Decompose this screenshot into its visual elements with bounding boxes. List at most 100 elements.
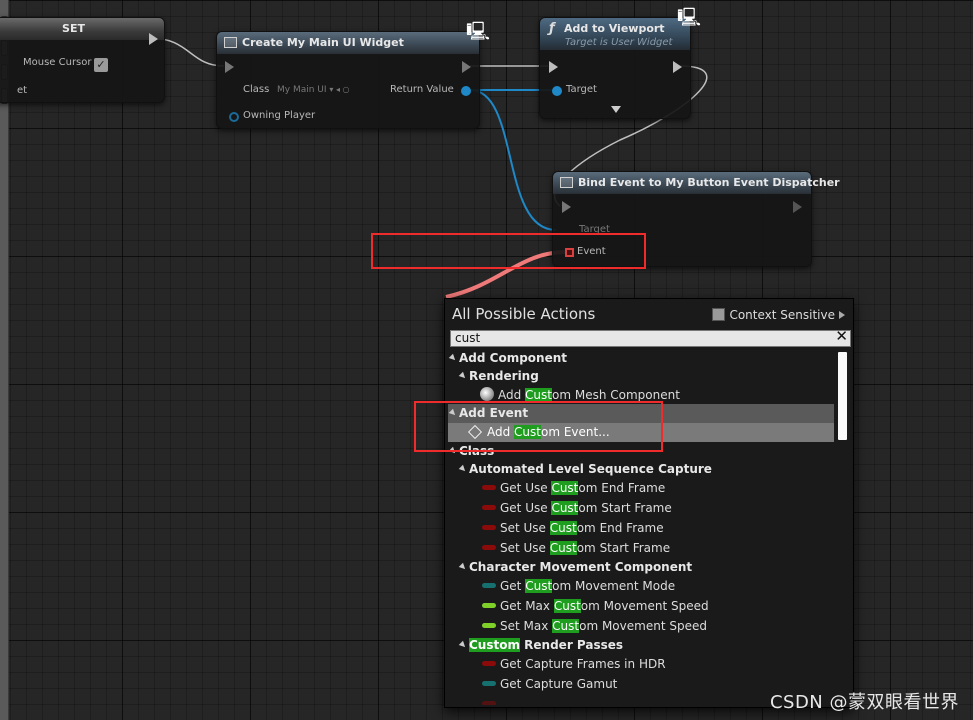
return-value-label: Return Value — [390, 84, 454, 95]
action-menu-popup[interactable]: All Possible Actions Context Sensitive c… — [444, 298, 854, 708]
expand-triangle-icon — [458, 464, 468, 474]
expand-triangle-icon — [448, 353, 458, 363]
owning-player-pin[interactable] — [229, 112, 239, 122]
expand-triangle-icon — [458, 640, 468, 650]
category-label: Render Passes — [519, 638, 624, 652]
action-text: om End Frame — [576, 521, 664, 535]
category-label: Rendering — [469, 369, 539, 383]
bind-exec-out-pin[interactable] — [793, 201, 802, 213]
action-text: om Start Frame — [576, 541, 671, 555]
context-sensitive-toggle[interactable]: Context Sensitive — [712, 308, 835, 322]
action-list-scrollbar-thumb[interactable] — [838, 352, 847, 440]
action-text: Get Max — [500, 599, 554, 613]
action-text: Get Capture Gamut — [500, 677, 618, 691]
float-pin-icon — [482, 623, 496, 628]
action-menu-title: All Possible Actions — [452, 305, 596, 323]
left-toolbar-strip — [0, 0, 9, 720]
create-exec-out-pin[interactable] — [462, 61, 471, 73]
search-match: Cust — [525, 579, 553, 593]
server-only-monitor-icon: 🖳 — [466, 21, 491, 42]
annotation-box-add-custom-event — [414, 401, 663, 452]
category-label: Add Component — [459, 351, 567, 365]
create-exec-in-pin[interactable] — [225, 61, 234, 73]
action-text: om Start Frame — [578, 501, 672, 515]
category-label: Automated Level Sequence Capture — [469, 462, 712, 476]
search-match: Cust — [549, 521, 577, 535]
action-get-use-custom-end-frame[interactable]: Get Use Custom End Frame — [482, 479, 834, 498]
set-mouse-cursor-label: Mouse Cursor — [23, 57, 92, 68]
set-exec-out-pin[interactable] — [149, 33, 158, 45]
create-widget-node[interactable]: Create My Main UI Widget Class My Main U… — [216, 31, 480, 129]
action-text: Get Capture Frames in HDR — [500, 657, 666, 671]
search-match: Custom — [469, 638, 520, 652]
class-dropdown[interactable]: My Main UI ▾ ◂ ○ — [277, 85, 350, 95]
context-sensitive-label: Context Sensitive — [729, 308, 835, 322]
action-get-custom-movement-mode[interactable]: Get Custom Movement Mode — [482, 577, 834, 596]
bool-pin-icon — [482, 545, 496, 550]
search-match: Cust — [551, 481, 579, 495]
viewport-title: Add to Viewport — [564, 22, 665, 35]
action-text: om Movement Mode — [552, 579, 676, 593]
action-text: Get — [500, 579, 526, 593]
action-set-use-custom-end-frame[interactable]: Set Use Custom End Frame — [482, 519, 834, 538]
server-only-monitor-icon: 🖳 — [677, 7, 702, 28]
function-icon: ƒ — [549, 21, 555, 36]
action-set-max-custom-movement-speed[interactable]: Set Max Custom Movement Speed — [482, 617, 834, 636]
create-widget-header: Create My Main UI Widget — [217, 32, 479, 54]
set-node[interactable]: SET Mouse Cursor ✓ et — [0, 17, 165, 103]
bool-pin-icon — [482, 505, 496, 510]
annotation-box-event-pin — [371, 233, 646, 269]
byte-pin-icon — [482, 681, 496, 686]
category-add-component[interactable]: Add Component — [448, 349, 834, 368]
category-custom-render-passes[interactable]: Custom Render Passes — [458, 636, 834, 655]
action-text: om Mesh Component — [552, 388, 680, 402]
action-text: Get Use — [500, 481, 552, 495]
viewport-exec-in-pin[interactable] — [549, 61, 558, 73]
action-get-use-custom-start-frame[interactable]: Get Use Custom Start Frame — [482, 499, 834, 518]
action-text: Add — [498, 388, 526, 402]
category-automated-level-sequence-capture[interactable]: Automated Level Sequence Capture — [458, 460, 834, 479]
viewport-target-pin[interactable] — [552, 86, 562, 96]
class-dropdown-value: My Main UI — [277, 85, 327, 95]
add-to-viewport-node[interactable]: ƒ Add to Viewport Target is User Widget … — [539, 17, 691, 119]
action-text: om End Frame — [578, 481, 666, 495]
action-get-capture-frames-in-hdr[interactable]: Get Capture Frames in HDR — [482, 655, 834, 674]
action-text: Set Use — [500, 521, 550, 535]
viewport-target-label: Target — [566, 84, 597, 95]
viewport-exec-out-pin[interactable] — [673, 61, 682, 73]
search-match: Cust — [552, 619, 580, 633]
action-text: om Movement Speed — [579, 619, 707, 633]
expand-arrow-icon[interactable] — [611, 106, 621, 113]
expand-triangle-icon — [458, 371, 468, 381]
category-rendering[interactable]: Rendering — [458, 367, 834, 386]
owning-player-label: Owning Player — [243, 110, 316, 121]
set-node-title: SET — [0, 18, 164, 40]
action-text: Get Use — [500, 501, 552, 515]
action-text: Set Use — [500, 541, 550, 555]
bool-pin-icon — [482, 525, 496, 530]
bool-pin-icon — [482, 661, 496, 666]
action-text: om Movement Speed — [580, 599, 709, 613]
set-target-label: et — [17, 85, 28, 96]
create-widget-title: Create My Main UI Widget — [242, 36, 404, 49]
bind-exec-in-pin[interactable] — [562, 201, 571, 213]
search-match: Cust — [549, 541, 577, 555]
action-get-max-custom-movement-speed[interactable]: Get Max Custom Movement Speed — [482, 597, 834, 616]
chevron-right-icon[interactable] — [839, 311, 845, 319]
action-search-input[interactable]: cust ✕ — [450, 329, 851, 347]
action-text: Set Max — [500, 619, 553, 633]
bool-pin-icon — [482, 485, 496, 490]
search-match: Cust — [553, 599, 581, 613]
action-set-use-custom-start-frame[interactable]: Set Use Custom Start Frame — [482, 539, 834, 558]
search-match: Cust — [525, 388, 552, 402]
mouse-cursor-checkbox[interactable]: ✓ — [94, 58, 108, 72]
category-character-movement-component[interactable]: Character Movement Component — [458, 558, 834, 577]
chevron-down-icon: ▾ ◂ ○ — [329, 85, 350, 94]
return-value-pin[interactable] — [461, 86, 471, 96]
float-pin-icon — [482, 603, 496, 608]
byte-pin-icon — [482, 583, 496, 588]
clear-search-icon[interactable]: ✕ — [835, 329, 848, 344]
action-search-value: cust — [455, 331, 481, 345]
bind-event-header: Bind Event to My Button Event Dispatcher — [553, 172, 840, 194]
context-sensitive-checkbox[interactable] — [712, 308, 726, 321]
